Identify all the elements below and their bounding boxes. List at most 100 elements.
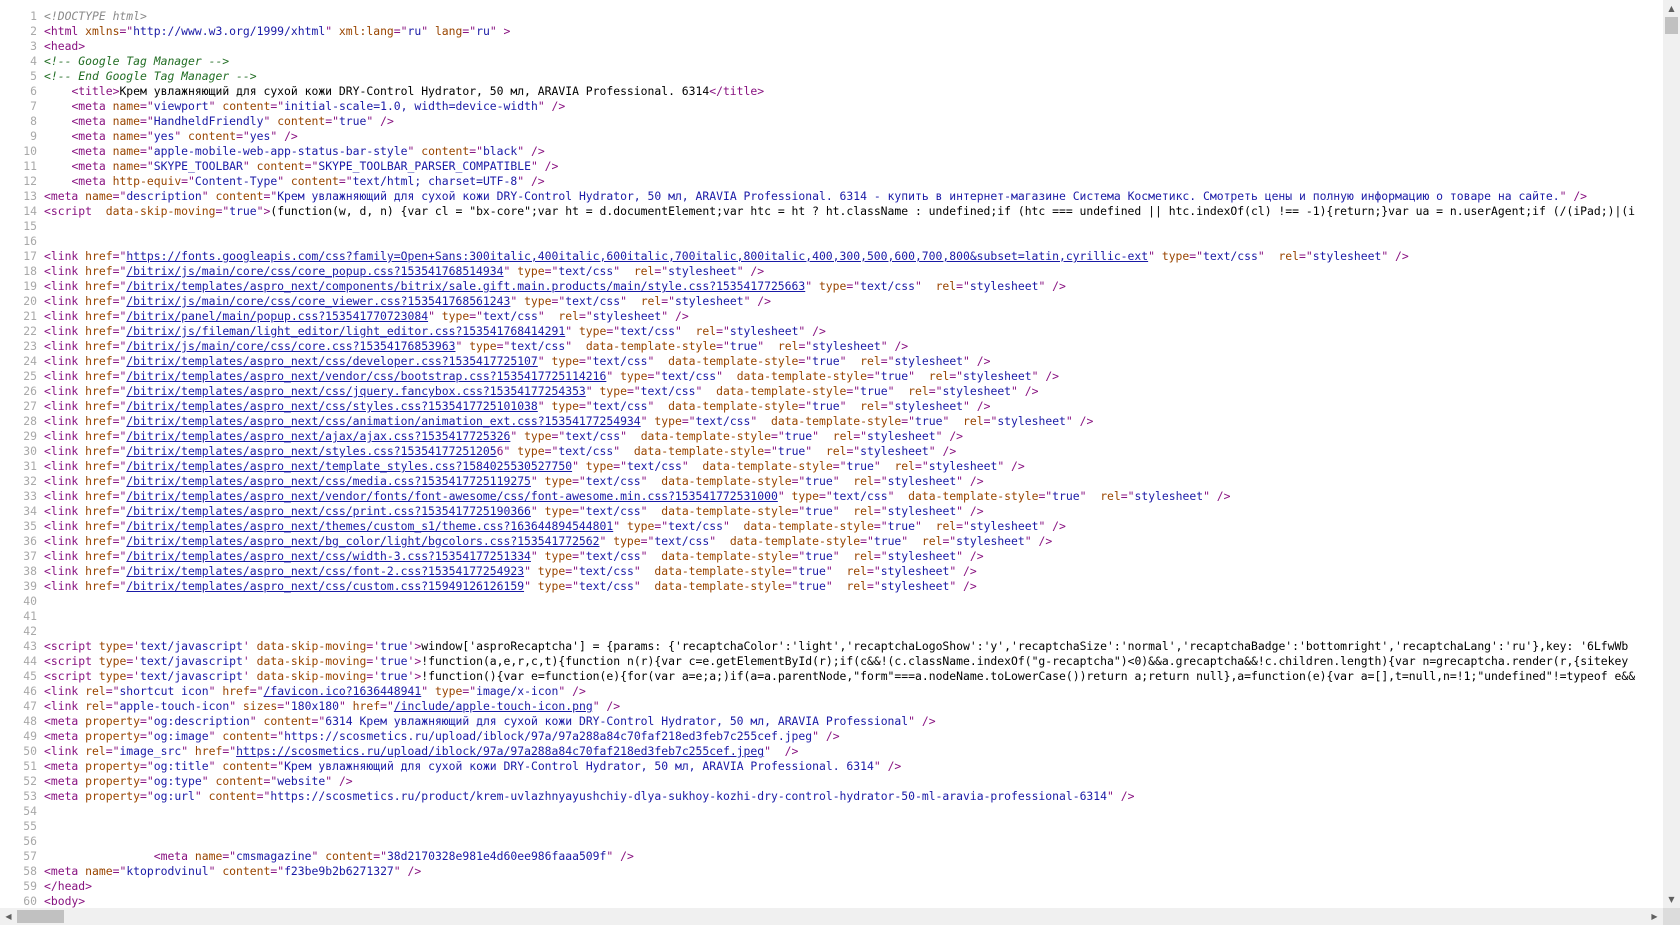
code-token: text/css [620, 324, 675, 338]
scroll-down-arrow-icon[interactable]: ▼ [1663, 891, 1680, 908]
code-token: " [887, 384, 909, 398]
vertical-scrollbar[interactable]: ▲ ▼ [1663, 0, 1680, 908]
code-token: " /> [880, 339, 909, 353]
code-token: true [784, 429, 813, 443]
source-link[interactable]: /bitrix/templates/aspro_next/themes/cust… [126, 519, 613, 533]
code-token: <script [44, 654, 99, 668]
line-content: <link href="/bitrix/js/main/core/css/cor… [44, 264, 764, 279]
code-token: type [544, 549, 573, 563]
code-token: " /> [270, 129, 298, 143]
line-number: 10 [23, 144, 37, 158]
code-token: <link [44, 324, 86, 338]
code-token: viewport [153, 99, 209, 113]
source-link[interactable]: /bitrix/panel/main/popup.css?15354177072… [126, 309, 428, 323]
code-token: =" [572, 474, 586, 488]
line-content: <link href="/bitrix/templates/aspro_next… [44, 459, 1025, 474]
line-number: 51 [23, 759, 37, 773]
code-token: type [654, 414, 682, 428]
vertical-scroll-thumb[interactable] [1665, 17, 1678, 34]
code-token: sizes [242, 699, 278, 713]
source-link[interactable]: /bitrix/js/main/core/css/core_viewer.css… [126, 294, 510, 308]
code-token: text/css [626, 459, 682, 473]
line-content: <link href="/bitrix/templates/aspro_next… [44, 354, 990, 369]
source-link[interactable]: /bitrix/templates/aspro_next/css/develop… [126, 354, 537, 368]
code-token: " [908, 369, 929, 383]
scroll-up-arrow-icon[interactable]: ▲ [1663, 0, 1680, 17]
code-token: black [482, 144, 518, 158]
code-token: stylesheet [812, 339, 881, 353]
code-token: name [112, 129, 141, 143]
code-token: " /> [736, 264, 765, 278]
source-link[interactable]: /bitrix/templates/aspro_next/css/jquery.… [126, 384, 585, 398]
code-token: =" [112, 399, 127, 413]
source-link[interactable]: /bitrix/templates/aspro_next/components/… [126, 279, 805, 293]
source-link[interactable]: /bitrix/templates/aspro_next/styles.css?… [126, 444, 496, 458]
line-content: <link href="/bitrix/panel/main/popup.css… [44, 309, 689, 324]
code-token: " [832, 549, 854, 563]
source-link[interactable]: /bitrix/js/main/core/css/core.css?153541… [126, 339, 455, 353]
source-link[interactable]: /bitrix/templates/aspro_next/template_st… [126, 459, 572, 473]
source-link[interactable]: /bitrix/templates/aspro_next/css/custom.… [126, 579, 524, 593]
code-token: name [85, 189, 113, 203]
source-link[interactable]: /bitrix/templates/aspro_next/vendor/css/… [126, 369, 606, 383]
horizontal-scrollbar[interactable]: ◀ ▶ [0, 908, 1663, 925]
code-token: " [613, 264, 634, 278]
source-link[interactable]: /bitrix/js/fileman/light_editor/light_ed… [126, 324, 565, 338]
scroll-left-arrow-icon[interactable]: ◀ [0, 908, 17, 925]
code-token: '> [407, 639, 422, 653]
source-link[interactable]: /bitrix/templates/aspro_next/css/font-2.… [126, 564, 524, 578]
code-token: true [798, 564, 826, 578]
code-token: =" [853, 429, 868, 443]
code-token: stylesheet [887, 549, 957, 563]
source-link[interactable]: https://fonts.googleapis.com/css?family=… [126, 249, 1148, 263]
source-link[interactable]: /bitrix/templates/aspro_next/vendor/font… [126, 489, 778, 503]
code-token: ' [242, 654, 257, 668]
code-token: <meta [71, 114, 113, 128]
code-token: " [716, 369, 737, 383]
code-token: yes [153, 129, 175, 143]
code-token: data-template-style [908, 489, 1039, 503]
code-token: <!DOCTYPE html> [44, 9, 147, 23]
code-token: true [812, 399, 840, 413]
source-link[interactable]: /include/apple-touch-icon.png [394, 699, 593, 713]
line-number: 11 [23, 159, 37, 173]
source-link[interactable]: /bitrix/templates/aspro_next/css/styles.… [126, 399, 537, 413]
source-link[interactable]: /bitrix/templates/aspro_next/bg_color/li… [126, 534, 599, 548]
line-number: 32 [23, 474, 37, 488]
code-token: </head> [44, 879, 93, 893]
code-token: stylesheet [887, 504, 957, 518]
source-link[interactable]: /bitrix/templates/aspro_next/css/width-3… [126, 549, 531, 563]
code-token: " [242, 159, 257, 173]
source-link[interactable]: /bitrix/templates/aspro_next/css/media.c… [126, 474, 531, 488]
line-content: <meta name="viewport" content="initial-s… [44, 99, 565, 114]
code-token: =" [112, 354, 127, 368]
code-token: href [85, 564, 113, 578]
code-token: og:url [153, 789, 195, 803]
code-token: " [201, 774, 216, 788]
code-token: =" [263, 774, 278, 788]
source-link[interactable]: /bitrix/templates/aspro_next/css/animati… [126, 414, 640, 428]
code-token: rel [853, 474, 874, 488]
source-link[interactable]: /bitrix/templates/aspro_next/css/print.c… [126, 504, 531, 518]
code-token: =" [215, 204, 230, 218]
code-token: " [537, 399, 552, 413]
source-link[interactable]: /favicon.ico?1636448941 [263, 684, 421, 698]
code-token: text/css [558, 444, 614, 458]
code-token: =" [880, 399, 895, 413]
code-token: shortcut icon [119, 684, 209, 698]
code-token: <meta [44, 789, 86, 803]
code-token: content [215, 774, 264, 788]
horizontal-scroll-thumb[interactable] [17, 910, 64, 923]
scroll-right-arrow-icon[interactable]: ▶ [1646, 908, 1663, 925]
code-token: " [229, 699, 243, 713]
code-token: true [777, 444, 806, 458]
code-token: href [85, 384, 113, 398]
code-token: description [126, 189, 202, 203]
source-link[interactable]: /bitrix/templates/aspro_next/ajax/ajax.c… [126, 429, 510, 443]
code-token: text/css [661, 369, 717, 383]
source-link[interactable]: https://scosmetics.ru/upload/iblock/97a/… [236, 744, 764, 758]
source-link[interactable]: /bitrix/js/main/core/css/core_popup.css?… [126, 264, 503, 278]
code-token: =' [366, 639, 381, 653]
